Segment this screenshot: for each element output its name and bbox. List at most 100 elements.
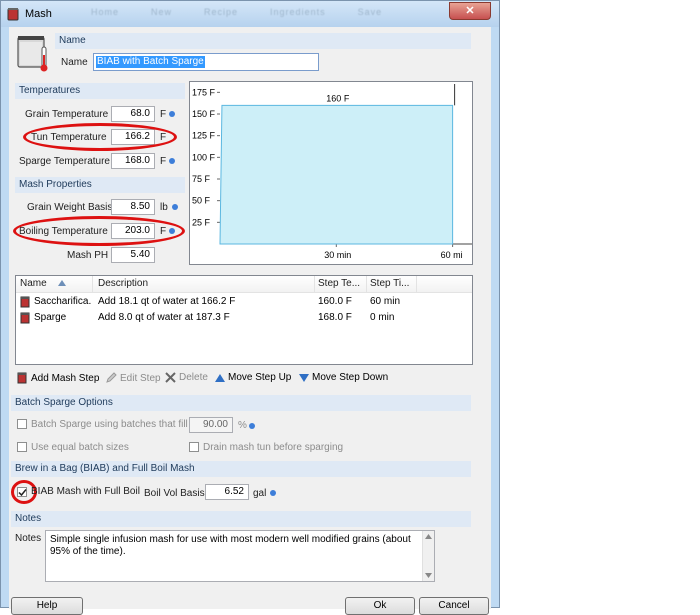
boiling-temperature-unit: F — [160, 226, 167, 237]
edit-step-label: Edit Step — [120, 372, 161, 384]
mash-step-icon — [20, 296, 30, 308]
drain-mash-tun-checkbox[interactable] — [189, 442, 199, 452]
tun-temperature-unit: F — [160, 132, 167, 143]
biab-full-boil-label: BIAB Mash with Full Boil — [31, 486, 140, 497]
y-tick-label: 75 F — [192, 174, 211, 184]
notes-textarea[interactable]: Simple single infusion mash for use with… — [45, 530, 435, 582]
dialog-body: Name Name BIAB with Batch Sparge Tempera… — [9, 27, 491, 615]
add-mash-step-button[interactable]: Add Mash Step — [17, 372, 99, 384]
batch-sparge-checkbox[interactable] — [17, 419, 27, 429]
name-label: Name — [61, 57, 88, 68]
name-section-header: Name — [55, 33, 471, 49]
table-row[interactable]: Sparge Add 8.0 qt of water at 187.3 F 16… — [16, 311, 472, 326]
info-dot-icon — [169, 111, 175, 117]
window-title: Mash — [25, 8, 52, 20]
info-dot-icon — [249, 423, 255, 429]
mash-tun-icon — [17, 36, 48, 72]
mash-dialog: Mash Home New Recipe Ingredients Save ✕ Name… — [0, 0, 500, 615]
column-step-temp[interactable]: Step Te... — [318, 278, 360, 289]
grain-weight-unit: lb — [160, 202, 168, 213]
boil-vol-basis-label: Boil Vol Basis — [144, 488, 205, 499]
column-name[interactable]: Name — [20, 278, 47, 289]
y-tick-label: 25 F — [192, 217, 211, 227]
grain-weight-field[interactable]: 8.50 — [111, 199, 155, 215]
x-tick-label: 30 min — [324, 250, 351, 260]
delete-step-label: Delete — [179, 372, 208, 383]
move-step-down-button[interactable]: Move Step Down — [299, 372, 388, 383]
batch-sparge-label: Batch Sparge using batches that fill — [31, 419, 188, 430]
grain-temperature-field[interactable]: 68.0 — [111, 106, 155, 122]
delete-x-icon — [165, 372, 176, 383]
scroll-up-icon[interactable] — [425, 534, 432, 539]
mash-steps-table: Name Description Step Te... Step Ti... S… — [15, 275, 473, 365]
step-temp: 168.0 F — [318, 312, 352, 323]
y-tick-label: 150 F — [192, 109, 216, 119]
close-button[interactable]: ✕ — [449, 2, 491, 20]
x-tick-label: 60 mi — [441, 250, 463, 260]
step-description: Add 8.0 qt of water at 187.3 F — [98, 312, 230, 323]
batch-sparge-header: Batch Sparge Options — [11, 395, 471, 411]
biab-full-boil-checkbox[interactable] — [17, 487, 27, 497]
boiling-temperature-label: Boiling Temperature — [19, 226, 108, 237]
y-tick-label: 175 F — [192, 87, 216, 97]
mash-step-icon — [20, 312, 30, 324]
grain-temperature-label: Grain Temperature — [25, 109, 109, 120]
mash-profile-area — [219, 104, 454, 245]
name-input[interactable]: BIAB with Batch Sparge — [93, 53, 319, 71]
temperatures-header: Temperatures — [15, 83, 185, 99]
chart-annotation: 160 F — [326, 93, 350, 103]
move-step-up-button[interactable]: Move Step Up — [215, 372, 291, 383]
boil-vol-basis-field[interactable]: 6.52 — [205, 484, 249, 500]
step-description: Add 18.1 qt of water at 166.2 F — [98, 296, 236, 307]
step-temp: 160.0 F — [318, 296, 352, 307]
y-tick-label: 125 F — [192, 131, 216, 141]
cancel-button[interactable]: Cancel — [419, 597, 489, 615]
sort-ascending-icon — [58, 280, 66, 286]
sparge-temperature-label: Sparge Temperature — [19, 156, 110, 167]
step-time: 0 min — [370, 312, 395, 323]
table-row[interactable]: Saccharifica... Add 18.1 qt of water at … — [16, 295, 472, 310]
drain-mash-tun-label: Drain mash tun before sparging — [203, 442, 344, 453]
batch-fill-field[interactable]: 90.00 — [189, 417, 233, 433]
edit-step-button[interactable]: Edit Step — [105, 372, 161, 384]
grain-weight-label: Grain Weight Basis — [27, 202, 113, 213]
step-name: Saccharifica... — [34, 296, 92, 307]
grain-temperature-unit: F — [160, 109, 167, 120]
sparge-temperature-field[interactable]: 168.0 — [111, 153, 155, 169]
background-menu: Home New Recipe Ingredients Save — [91, 7, 383, 17]
sparge-temperature-unit: F — [160, 156, 167, 167]
y-tick-label: 100 F — [192, 152, 216, 162]
notes-header: Notes — [11, 511, 471, 527]
notes-scrollbar[interactable] — [422, 531, 434, 581]
equal-batch-checkbox[interactable] — [17, 442, 27, 452]
mash-ph-field[interactable]: 5.40 — [111, 247, 155, 263]
help-button[interactable]: Help — [11, 597, 83, 615]
mash-tun-icon — [7, 8, 19, 21]
pencil-icon — [106, 372, 117, 383]
add-mash-step-label: Add Mash Step — [31, 372, 100, 384]
step-name: Sparge — [34, 312, 67, 323]
info-dot-icon — [169, 228, 175, 234]
info-dot-icon — [169, 158, 175, 164]
column-step-time[interactable]: Step Ti... — [370, 278, 409, 289]
mash-ph-label: Mash PH — [67, 250, 109, 261]
mash-properties-header: Mash Properties — [15, 177, 185, 193]
column-description[interactable]: Description — [98, 278, 148, 289]
arrow-up-icon — [215, 373, 225, 382]
title-bar: Mash Home New Recipe Ingredients Save ✕ — [1, 1, 499, 27]
table-header: Name Description Step Te... Step Ti... — [16, 276, 472, 293]
notes-label: Notes — [15, 533, 42, 544]
scroll-down-icon[interactable] — [425, 573, 432, 578]
y-tick-label: 50 F — [192, 196, 211, 206]
move-step-down-label: Move Step Down — [312, 372, 389, 383]
tun-temperature-label: Tun Temperature — [31, 132, 107, 143]
tun-temperature-field[interactable]: 166.2 — [111, 129, 155, 145]
notes-text: Simple single infusion mash for use with… — [50, 534, 411, 557]
info-dot-icon — [270, 490, 276, 496]
boiling-temperature-field[interactable]: 203.0 — [111, 223, 155, 239]
delete-step-button[interactable]: Delete — [165, 372, 208, 383]
ok-button[interactable]: Ok — [345, 597, 415, 615]
step-time: 60 min — [370, 296, 401, 307]
equal-batch-label: Use equal batch sizes — [31, 442, 129, 453]
batch-fill-unit: % — [238, 420, 247, 431]
